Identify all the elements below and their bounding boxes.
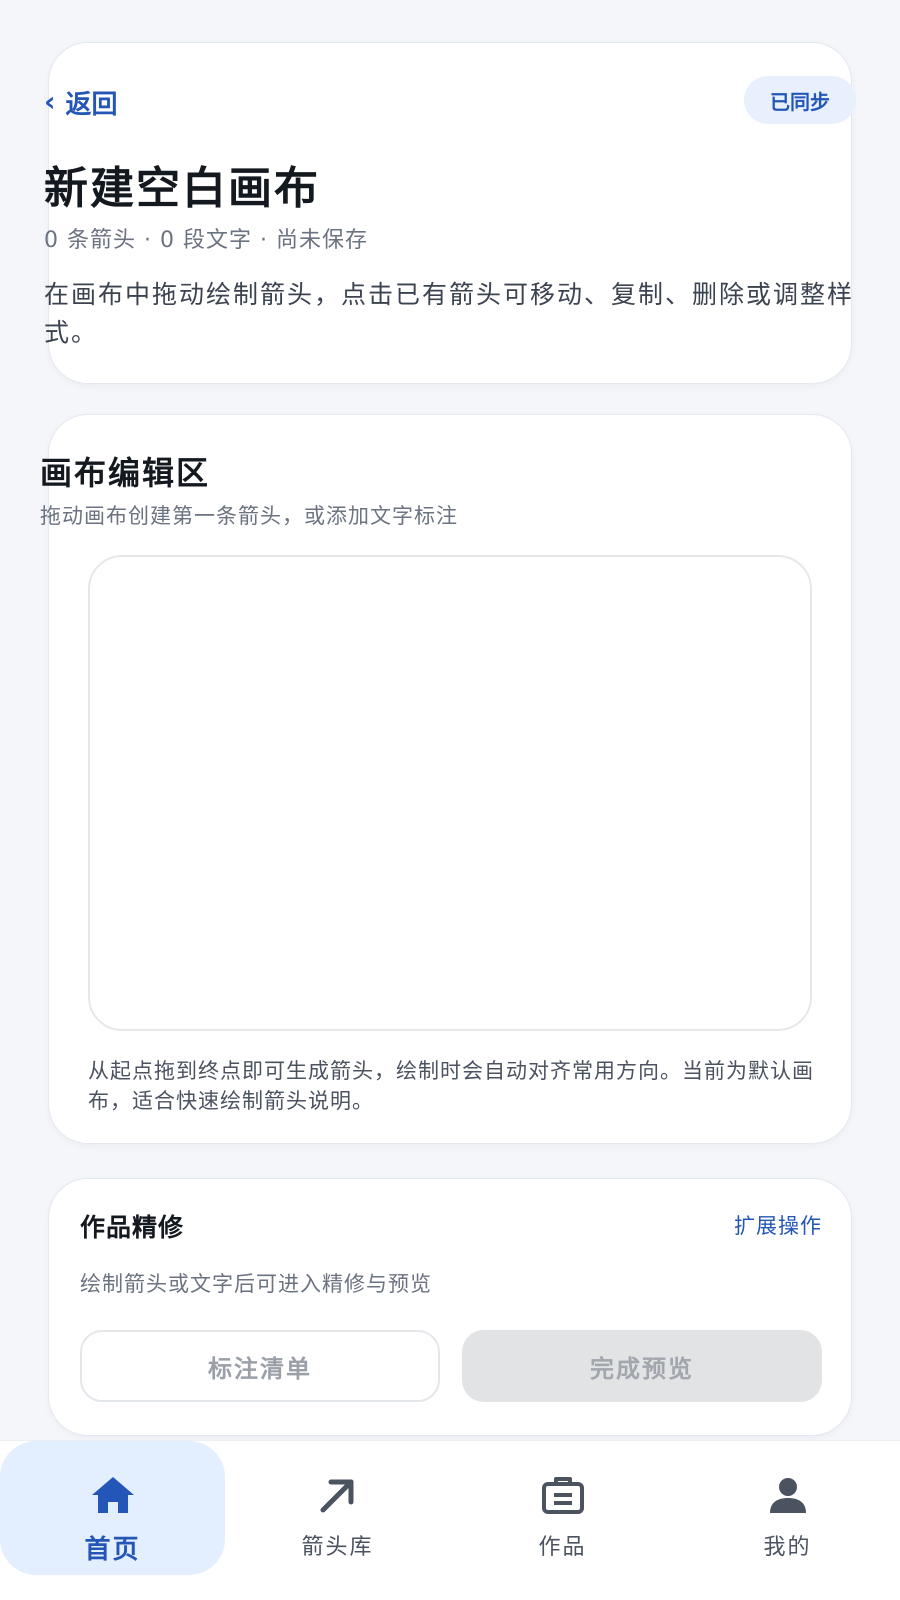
annotation-list-button[interactable]: 标注清单 xyxy=(80,1330,440,1402)
sync-status-badge: 已同步 xyxy=(744,76,856,124)
nav-item-profile[interactable]: 我的 xyxy=(675,1441,900,1600)
nav-label-arrow-library: 箭头库 xyxy=(301,1535,374,1560)
canvas-section-title: 画布编辑区 xyxy=(40,454,211,492)
drawing-canvas[interactable] xyxy=(88,555,812,1031)
page-title: 新建空白画布 xyxy=(44,163,320,214)
nav-label-home: 首页 xyxy=(84,1535,141,1565)
briefcase-icon xyxy=(539,1471,587,1519)
nav-label-profile: 我的 xyxy=(763,1535,812,1560)
intro-text: 在画布中拖动绘制箭头，点击已有箭头可移动、复制、删除或调整样式。 xyxy=(44,280,855,347)
canvas-hint: 从起点拖到终点即可生成箭头，绘制时会自动对齐常用方向。当前为默认画布，适合快速绘… xyxy=(88,1059,814,1113)
bottom-nav: 首页 箭头库 作品 我的 xyxy=(0,1440,900,1600)
arrow-icon xyxy=(314,1471,362,1519)
user-icon xyxy=(764,1471,812,1519)
chevron-left-icon: ‹ xyxy=(44,84,56,118)
nav-item-works[interactable]: 作品 xyxy=(450,1441,675,1600)
finish-preview-button[interactable]: 完成预览 xyxy=(462,1330,822,1402)
home-icon xyxy=(89,1471,137,1519)
refine-description: 绘制箭头或文字后可进入精修与预览 xyxy=(80,1272,432,1296)
nav-label-works: 作品 xyxy=(538,1535,587,1560)
back-label: 返回 xyxy=(65,90,118,120)
extend-actions-link[interactable]: 扩展操作 xyxy=(734,1210,822,1240)
nav-item-home[interactable]: 首页 xyxy=(0,1441,225,1575)
refine-title: 作品精修 xyxy=(80,1213,185,1242)
nav-item-arrow-library[interactable]: 箭头库 xyxy=(225,1441,450,1600)
canvas-section-subtitle: 拖动画布创建第一条箭头，或添加文字标注 xyxy=(40,504,458,528)
back-button[interactable]: ‹ 返回 xyxy=(44,84,118,121)
canvas-meta: 0 条箭头 · 0 段文字 · 尚未保存 xyxy=(44,228,368,253)
